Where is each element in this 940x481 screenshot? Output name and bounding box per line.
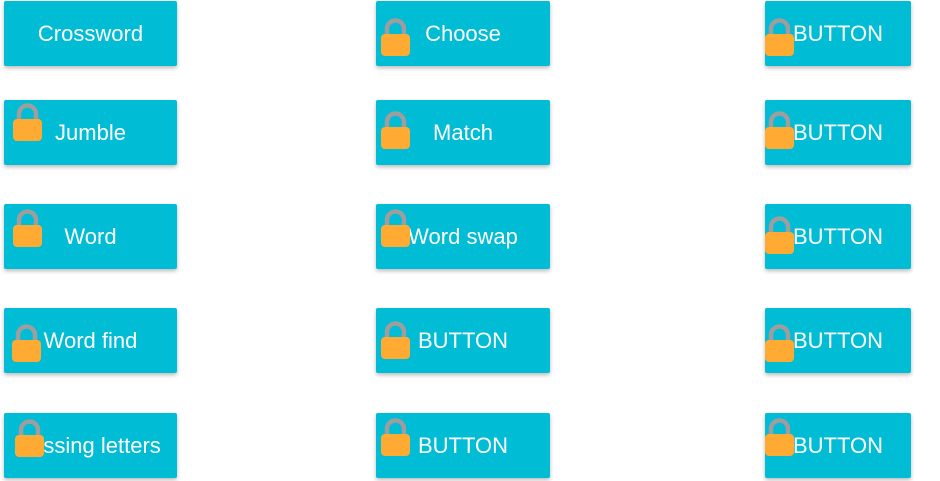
padlock-icon bbox=[381, 18, 410, 56]
button-r3c3[interactable]: BUTTON bbox=[765, 204, 911, 269]
button-label: BUTTON bbox=[792, 119, 884, 145]
button-label: BUTTON bbox=[417, 327, 509, 353]
button-label: BUTTON bbox=[792, 432, 884, 458]
padlock-icon bbox=[765, 18, 794, 56]
padlock-icon bbox=[381, 111, 410, 149]
button-label: Word bbox=[64, 223, 117, 249]
button-label: Jumble bbox=[55, 119, 126, 145]
word-button[interactable]: Word bbox=[4, 204, 177, 269]
button-r5c3[interactable]: BUTTON bbox=[765, 413, 911, 478]
button-r1c3[interactable]: BUTTON bbox=[765, 1, 911, 66]
padlock-icon bbox=[15, 419, 44, 457]
button-label: Word find bbox=[43, 327, 138, 353]
button-label: BUTTON bbox=[417, 432, 509, 458]
padlock-icon bbox=[381, 418, 410, 456]
button-label: BUTTON bbox=[792, 223, 884, 249]
padlock-icon bbox=[13, 103, 42, 141]
padlock-icon bbox=[381, 321, 410, 359]
padlock-icon bbox=[765, 418, 794, 456]
match-button[interactable]: Match bbox=[376, 100, 550, 165]
choose-button[interactable]: Choose bbox=[376, 1, 550, 66]
word-find-button[interactable]: Word find bbox=[4, 308, 177, 373]
missing-letters-button[interactable]: Missing letters bbox=[4, 413, 177, 478]
word-swap-button[interactable]: Word swap bbox=[376, 204, 550, 269]
button-r4c2[interactable]: BUTTON bbox=[376, 308, 550, 373]
padlock-icon bbox=[381, 209, 410, 247]
padlock-icon bbox=[765, 216, 794, 254]
button-label: BUTTON bbox=[792, 20, 884, 46]
button-label: Choose bbox=[425, 20, 501, 46]
padlock-icon bbox=[765, 324, 794, 362]
button-label: Crossword bbox=[37, 20, 144, 46]
button-r2c3[interactable]: BUTTON bbox=[765, 100, 911, 165]
jumble-button[interactable]: Jumble bbox=[4, 100, 177, 165]
padlock-icon bbox=[13, 209, 42, 247]
crossword-button[interactable]: Crossword bbox=[4, 1, 177, 66]
button-label: Match bbox=[433, 119, 493, 145]
button-label: Word swap bbox=[408, 223, 518, 249]
button-r4c3[interactable]: BUTTON bbox=[765, 308, 911, 373]
padlock-icon bbox=[765, 111, 794, 149]
button-r5c2[interactable]: BUTTON bbox=[376, 413, 550, 478]
button-label: BUTTON bbox=[792, 327, 884, 353]
padlock-icon bbox=[12, 324, 41, 362]
